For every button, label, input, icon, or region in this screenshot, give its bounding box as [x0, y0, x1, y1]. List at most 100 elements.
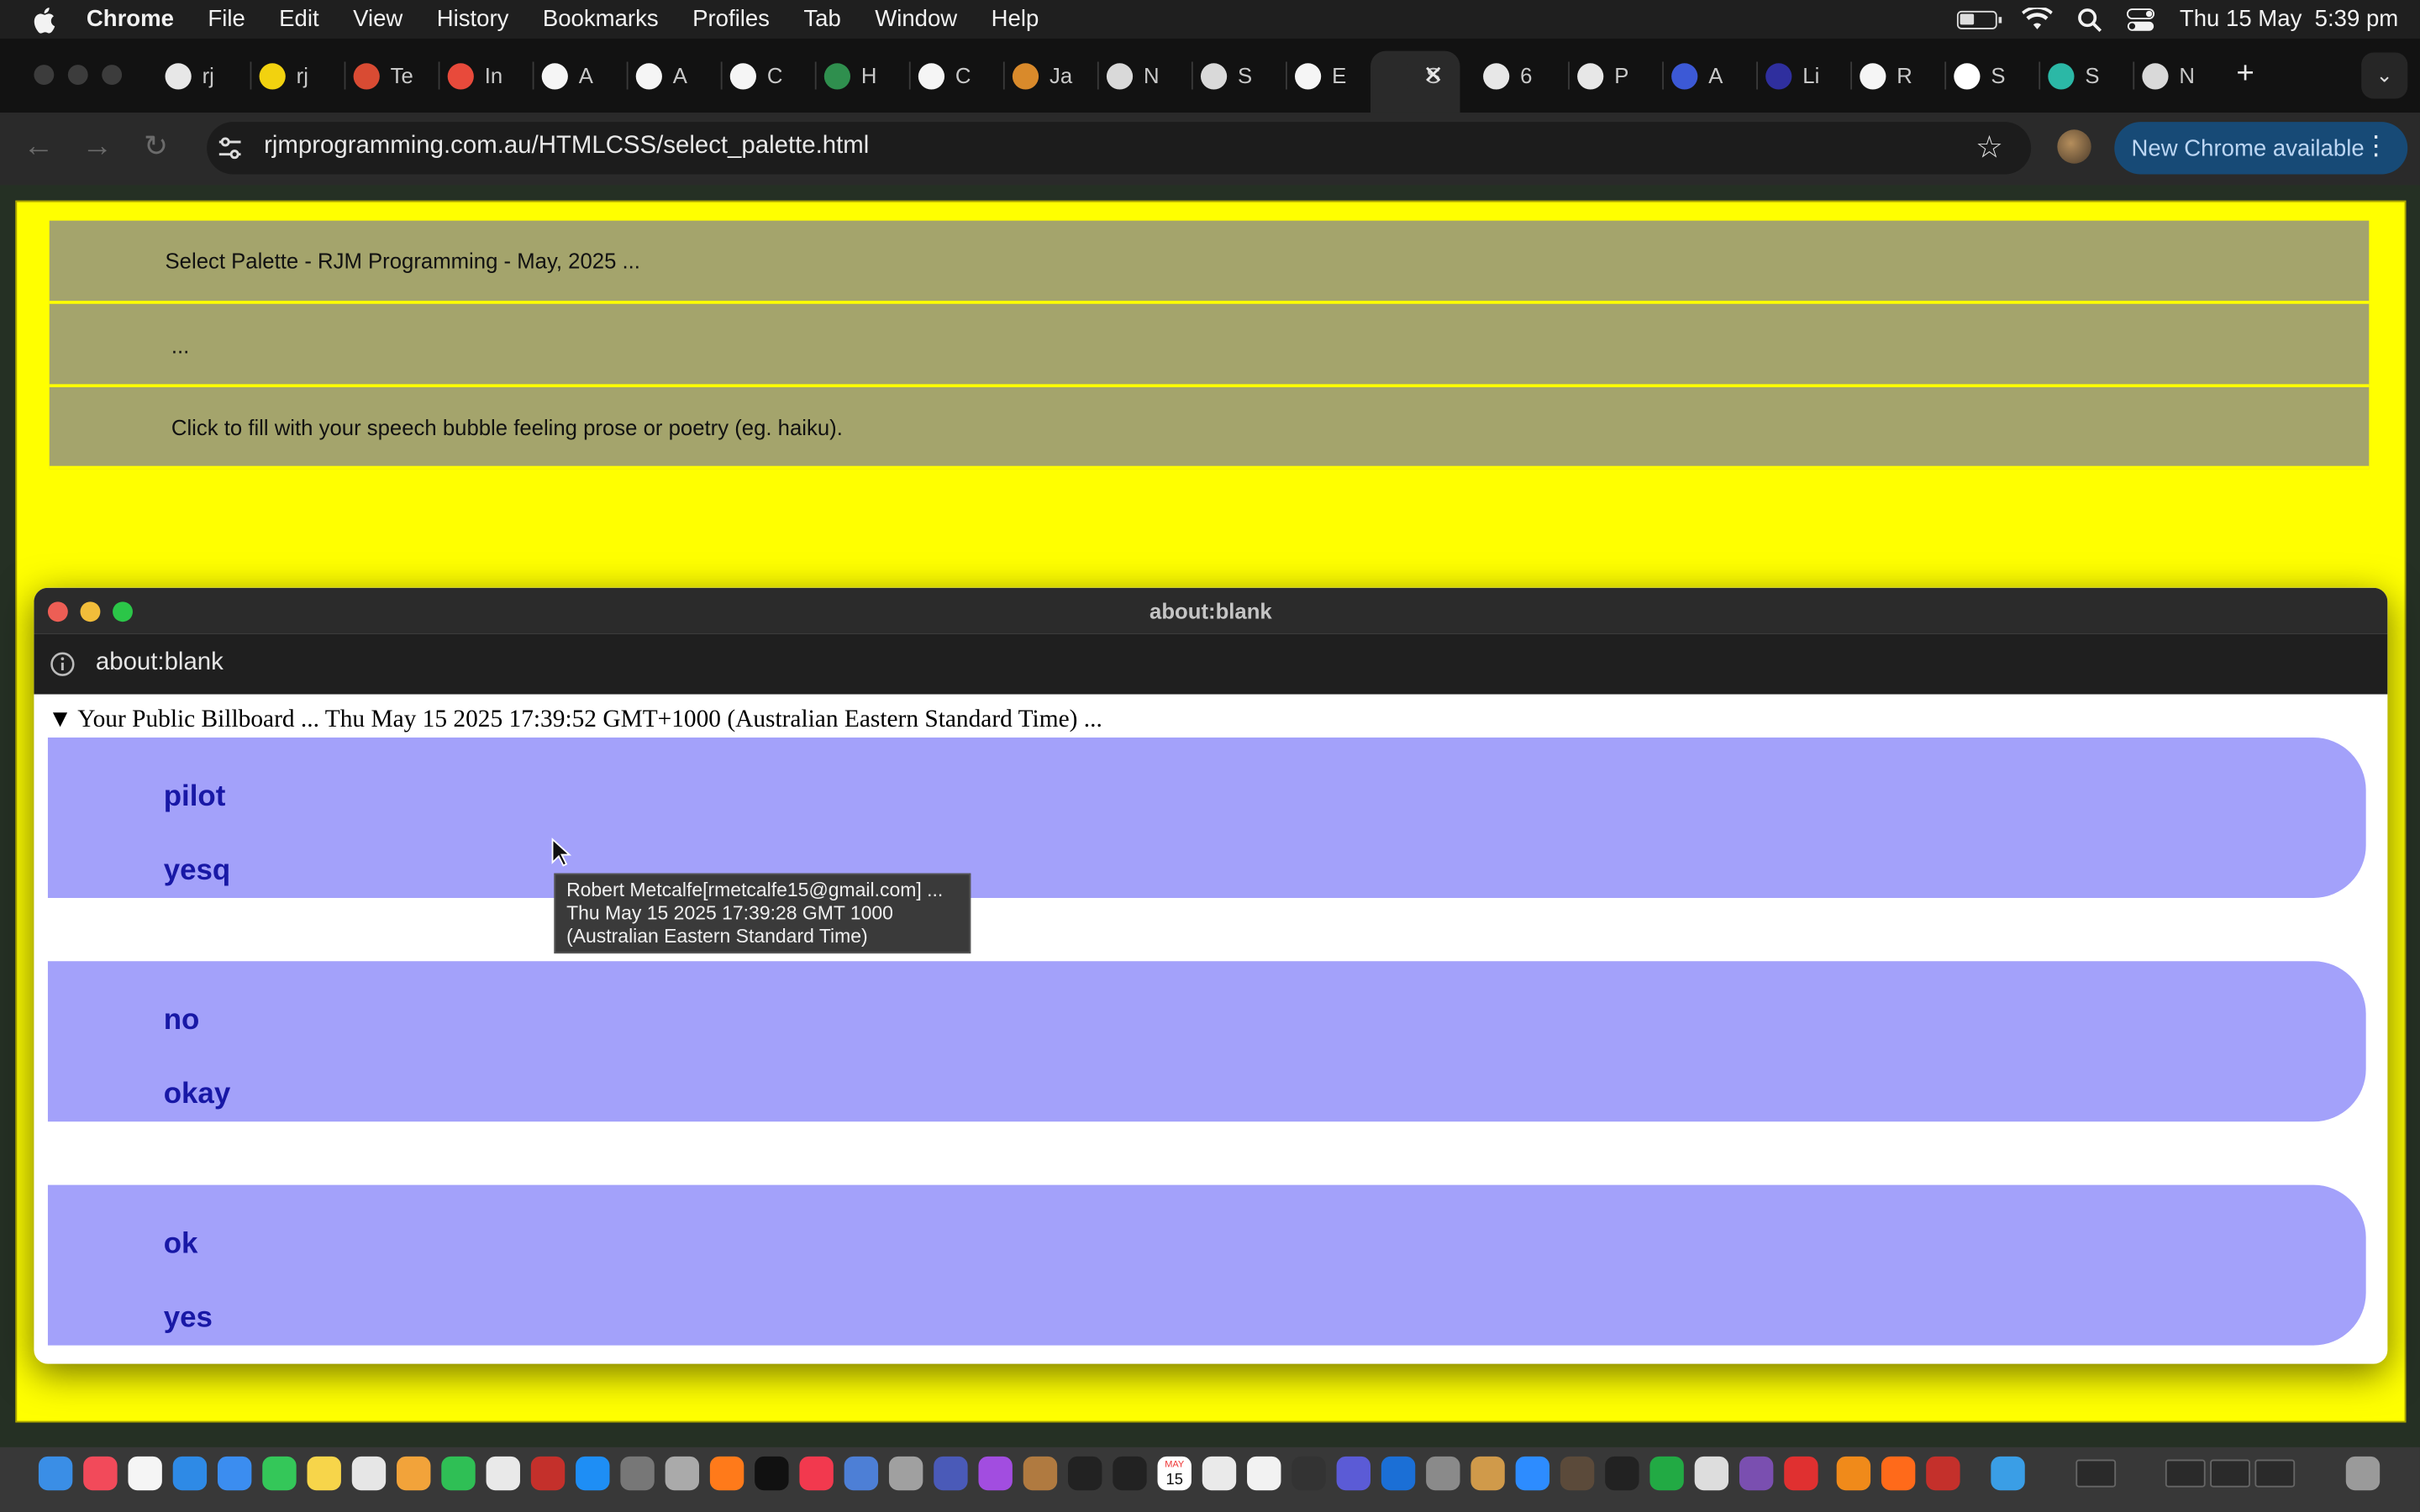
tab-item[interactable]: A: [635, 59, 687, 92]
chrome-icon[interactable]: [1202, 1456, 1237, 1491]
filezilla-icon[interactable]: [530, 1456, 566, 1491]
profile-avatar[interactable]: [2057, 129, 2091, 164]
terminal-icon[interactable]: [1067, 1456, 1102, 1491]
window-icon[interactable]: [2210, 1459, 2250, 1488]
battery-icon[interactable]: [1957, 9, 2002, 29]
apple-tv-icon[interactable]: [755, 1456, 789, 1491]
menu-window[interactable]: Window: [875, 6, 957, 32]
popup-minimize-button[interactable]: [80, 601, 101, 622]
calendar-icon[interactable]: MAY 15: [1157, 1456, 1192, 1491]
menubar-clock[interactable]: Thu 15 May 5:39 pm: [2180, 6, 2398, 32]
menu-bookmarks[interactable]: Bookmarks: [543, 6, 659, 32]
tab-item[interactable]: In: [447, 59, 502, 92]
window-minimize-button[interactable]: [67, 65, 88, 86]
reminders-icon[interactable]: [128, 1456, 162, 1491]
menu-profiles[interactable]: Profiles: [692, 6, 770, 32]
safari-icon[interactable]: [172, 1456, 208, 1491]
app-store-icon[interactable]: [576, 1456, 610, 1491]
reload-button[interactable]: ↻: [144, 129, 168, 165]
menu-file[interactable]: File: [208, 6, 245, 32]
tab-item[interactable]: Ja: [1012, 59, 1072, 92]
menu-tab[interactable]: Tab: [803, 6, 840, 32]
books-icon[interactable]: [1836, 1456, 1871, 1491]
bookmark-star-icon[interactable]: ☆: [1975, 128, 2003, 166]
tab-item[interactable]: N: [2142, 59, 2195, 92]
notes-icon[interactable]: [307, 1456, 341, 1491]
calculator-icon[interactable]: [620, 1456, 655, 1491]
tab-item[interactable]: C: [729, 59, 782, 92]
control-center-icon[interactable]: [2127, 7, 2155, 31]
zoom-icon[interactable]: [1515, 1456, 1550, 1491]
more-menu-icon[interactable]: ⋮: [2363, 131, 2389, 162]
menu-help[interactable]: Help: [992, 6, 1039, 32]
popup-zoom-button[interactable]: [113, 601, 133, 622]
terminal-alt-icon[interactable]: [1113, 1456, 1147, 1491]
smultron-icon[interactable]: [1694, 1456, 1729, 1491]
document-icon[interactable]: [1247, 1456, 1281, 1491]
pinwheel-icon[interactable]: [1470, 1456, 1505, 1491]
firefox-icon[interactable]: [709, 1456, 744, 1491]
firefox-alt-icon[interactable]: [1881, 1456, 1916, 1491]
apple-logo-icon[interactable]: [31, 5, 55, 33]
photos-icon[interactable]: [397, 1456, 431, 1491]
activity-icon[interactable]: [1292, 1456, 1326, 1491]
intellij-icon[interactable]: [1381, 1456, 1416, 1491]
app-menu[interactable]: Chrome: [87, 6, 174, 32]
disclosure-triangle-icon[interactable]: ▼: [48, 706, 72, 732]
window-close-button[interactable]: [34, 65, 55, 86]
tab-item[interactable]: rj: [259, 59, 308, 92]
close-tab-icon[interactable]: ✕: [1423, 59, 1444, 92]
system-settings-icon[interactable]: [1426, 1456, 1460, 1491]
messages-icon[interactable]: [262, 1456, 297, 1491]
wifi-icon[interactable]: [2022, 7, 2054, 31]
site-info-icon[interactable]: [216, 134, 244, 162]
menu-view[interactable]: View: [353, 6, 402, 32]
back-button[interactable]: ←: [24, 129, 55, 165]
tab-item[interactable]: C: [918, 59, 971, 92]
speech-bubble[interactable]: ok yes: [47, 1184, 2366, 1346]
instruction-band[interactable]: Click to fill with your speech bubble fe…: [49, 387, 2370, 470]
tab-item[interactable]: S: [2048, 59, 2100, 92]
tab-item[interactable]: Li: [1765, 59, 1819, 92]
popup-title-bar[interactable]: about:blank: [34, 587, 2388, 634]
tab-item[interactable]: R: [1860, 59, 1912, 92]
filezilla-pro-icon[interactable]: [1926, 1456, 1960, 1491]
facetime-icon[interactable]: [441, 1456, 476, 1491]
tab-item[interactable]: A: [1671, 59, 1723, 92]
opera-gx-icon[interactable]: [1605, 1456, 1639, 1491]
folder-icon[interactable]: [1991, 1456, 2025, 1491]
vpn-icon[interactable]: [844, 1456, 879, 1491]
finder-alt-icon[interactable]: [888, 1456, 923, 1491]
finder-icon[interactable]: [38, 1456, 73, 1491]
billboard-summary[interactable]: ▼ Your Public Billboard ... Thu May 15 2…: [48, 706, 1102, 734]
tab-item[interactable]: 6: [1483, 59, 1532, 92]
music-icon[interactable]: [83, 1456, 118, 1491]
tab-item[interactable]: S: [1200, 59, 1252, 92]
trash-icon[interactable]: [2345, 1456, 2381, 1491]
news-icon[interactable]: [799, 1456, 834, 1491]
podcasts-icon[interactable]: [978, 1456, 1013, 1491]
info-icon[interactable]: [50, 651, 76, 677]
window-icon[interactable]: [2165, 1459, 2206, 1488]
new-tab-button[interactable]: +: [2236, 56, 2254, 91]
freeform-icon[interactable]: [351, 1456, 387, 1491]
tab-item[interactable]: Te: [353, 59, 413, 92]
tab-search-chevron-icon[interactable]: ⌄: [2361, 52, 2408, 99]
menu-history[interactable]: History: [437, 6, 509, 32]
tab-item[interactable]: N: [1106, 59, 1160, 92]
tor-icon[interactable]: [1739, 1456, 1774, 1491]
speech-bubble[interactable]: no okay: [47, 961, 2366, 1122]
url-text[interactable]: rjmprogramming.com.au/HTMLCSS/select_pal…: [264, 133, 869, 160]
forward-button[interactable]: →: [82, 129, 113, 165]
bbedit-icon[interactable]: [934, 1456, 968, 1491]
mail-icon[interactable]: [217, 1456, 252, 1491]
speech-bubble[interactable]: pilot yesq: [47, 737, 2366, 898]
tab-item[interactable]: P: [1577, 59, 1628, 92]
tab-item[interactable]: H: [823, 59, 876, 92]
textedit-icon[interactable]: [486, 1456, 520, 1491]
popup-close-button[interactable]: [47, 601, 68, 622]
opera-icon[interactable]: [1784, 1456, 1818, 1491]
new-chrome-available-button[interactable]: New Chrome available ⋮: [2114, 122, 2408, 175]
spotlight-search-icon[interactable]: [2078, 7, 2102, 32]
gateway-icon[interactable]: [1649, 1456, 1684, 1491]
